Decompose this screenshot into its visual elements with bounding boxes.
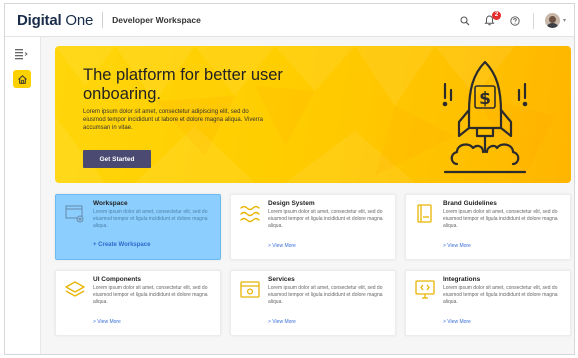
notifications-button[interactable]: 2 [483,10,501,28]
card-description: Lorem ipsum dolor sit amet, consectetur … [443,285,558,305]
brand-guidelines-icon [417,204,432,223]
view-more-link[interactable]: > View More [93,319,121,325]
card-title: Design System [268,200,315,207]
product-title: Developer Workspace [112,15,201,25]
card-description: Lorem ipsum dolor sit amet, consectetur … [268,285,383,305]
view-more-link[interactable]: > View More [443,319,471,325]
card-description: Lorem ipsum dolor sit amet, consectetur … [93,209,208,229]
notification-badge: 2 [491,10,501,20]
svg-text:$: $ [479,89,491,109]
create-workspace-link[interactable]: + Create Workspace [93,242,150,248]
ui-components-card[interactable]: UI Components Lorem ipsum dolor sit amet… [55,270,221,336]
integrations-card[interactable]: Integrations Lorem ipsum dolor sit amet,… [405,270,571,336]
user-avatar[interactable] [544,13,560,28]
card-title: Workspace [93,200,128,207]
brand-logo[interactable]: Digital One [17,12,93,29]
sidebar [5,37,41,354]
card-title: UI Components [93,276,142,283]
get-started-button[interactable]: Get Started [83,150,151,168]
chevron-down-icon[interactable]: ▾ [563,17,566,24]
hero-title: The platform for better user onboaring. [83,66,283,103]
ui-components-icon [65,281,85,297]
card-description: Lorem ipsum dolor sit amet, consectetur … [268,209,383,229]
header-separator [532,12,534,29]
hero-description: Lorem ipsum dolor sit amet, consectetur … [83,109,263,131]
card-description: Lorem ipsum dolor sit amet, consectetur … [93,285,208,305]
brand-guidelines-card[interactable]: Brand Guidelines Lorem ipsum dolor sit a… [405,194,571,260]
search-icon[interactable] [458,14,472,28]
design-system-icon [240,205,260,223]
view-more-link[interactable]: > View More [443,243,471,249]
workspace-card[interactable]: Workspace Lorem ipsum dolor sit amet, co… [55,194,221,260]
card-title: Brand Guidelines [443,200,497,207]
header-actions: 2 ▾ [458,4,566,37]
card-title: Integrations [443,276,481,283]
brand-name-suffix: One [65,11,94,29]
brand-name: Digital [17,11,62,29]
view-more-link[interactable]: > View More [268,243,296,249]
workspace-icon [65,205,84,223]
app-window: Digital One Developer Workspace 2 ▾ The … [4,3,575,355]
hero-banner: The platform for better user onboaring. … [55,46,571,183]
menu-collapse-icon[interactable] [14,47,30,61]
design-system-card[interactable]: Design System Lorem ipsum dolor sit amet… [230,194,396,260]
header-divider [102,12,104,28]
integrations-icon [415,280,435,299]
card-title: Services [268,276,295,283]
top-header: Digital One Developer Workspace 2 ▾ [5,4,574,37]
home-icon[interactable] [13,70,31,88]
view-more-link[interactable]: > View More [268,319,296,325]
rocket-icon: $ [442,60,528,174]
card-description: Lorem ipsum dolor sit amet, consectetur … [443,209,558,229]
help-icon[interactable] [508,14,522,28]
services-card[interactable]: Services Lorem ipsum dolor sit amet, con… [230,270,396,336]
services-icon [240,281,260,298]
